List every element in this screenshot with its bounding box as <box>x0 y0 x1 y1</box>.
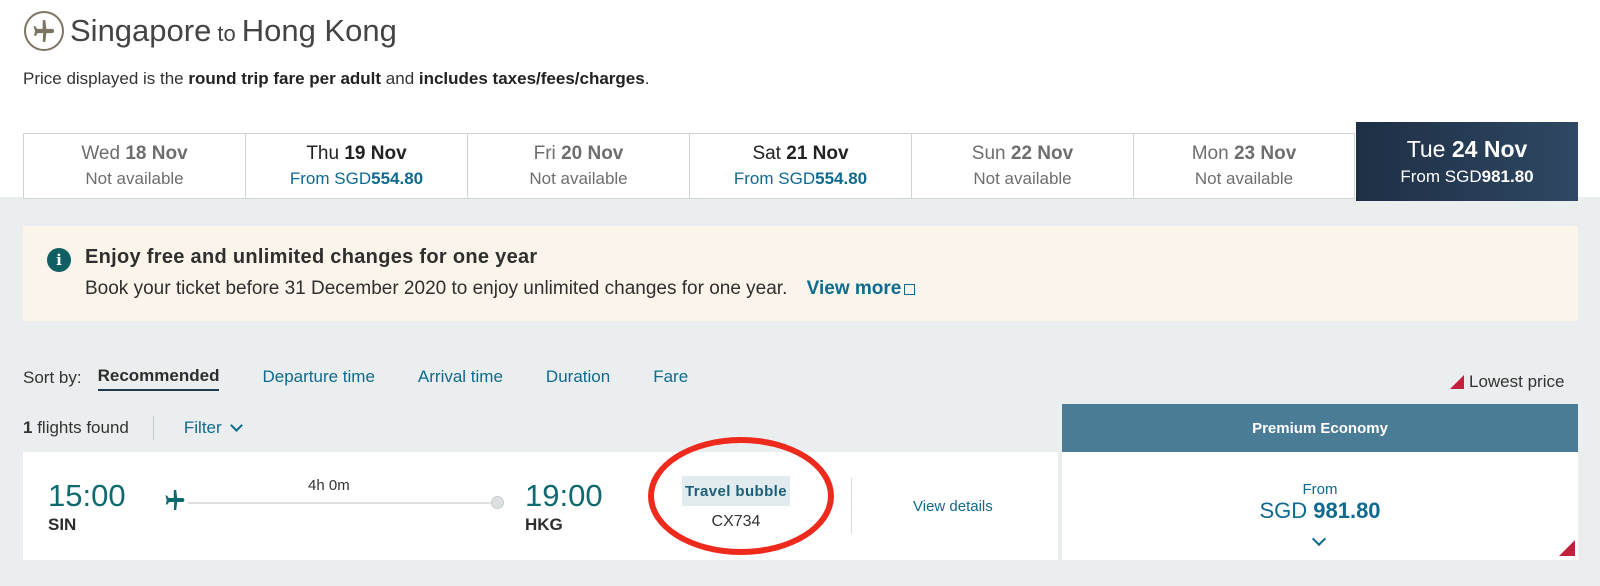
chevron-down-icon <box>229 418 243 432</box>
date-from-label: From SGD <box>733 169 816 188</box>
view-details-link[interactable]: View details <box>913 498 993 515</box>
date-day: 24 Nov <box>1451 136 1528 162</box>
date-weekday: Sun <box>971 143 1006 164</box>
banner-text-row: Book your ticket before 31 December 2020… <box>85 278 916 300</box>
banner-text: Book your ticket before 31 December 2020… <box>85 278 788 299</box>
lowest-price-marker-icon <box>1450 375 1464 389</box>
route-title: Singapore to Hong Kong <box>70 13 397 49</box>
destination-city: Hong Kong <box>241 13 397 48</box>
date-status: Not available <box>529 169 628 188</box>
date-day: 21 Nov <box>786 143 849 164</box>
view-more-label: View more <box>806 278 902 299</box>
price-from-label: From <box>1302 481 1338 498</box>
date-weekday: Tue <box>1406 136 1446 162</box>
date-day: 19 Nov <box>344 143 407 164</box>
date-tab-wed-18[interactable]: Wed 18 Nov Not available <box>23 133 245 199</box>
date-day: 23 Nov <box>1233 143 1297 164</box>
banner-title: Enjoy free and unlimited changes for one… <box>85 246 538 268</box>
sort-bar: Sort by: Recommended Departure time Arri… <box>23 366 731 391</box>
date-tab-sun-22[interactable]: Sun 22 Nov Not available <box>911 133 1133 199</box>
results-found-label: flights found <box>32 418 129 437</box>
route-end-dot <box>491 496 504 509</box>
date-from-label: From SGD <box>1400 167 1482 186</box>
date-day: 22 Nov <box>1010 143 1074 164</box>
date-selector: Wed 18 Nov Not available Thu 19 Nov From… <box>23 122 1578 201</box>
flight-card: 15:00 SIN 4h 0m 19:00 HKG Travel bubble … <box>23 437 1058 560</box>
fare-amount: 981.80 <box>1313 498 1381 523</box>
results-count-text: 1 flights found <box>23 418 129 438</box>
filter-label: Filter <box>183 418 222 437</box>
date-status: Not available <box>1194 169 1294 188</box>
results-summary: 1 flights found Filter <box>23 416 243 440</box>
date-price: 554.80 <box>371 169 424 188</box>
view-more-link[interactable]: View more <box>807 278 916 299</box>
price-note-bold-taxes: includes taxes/fees/charges <box>418 69 645 88</box>
date-weekday: Wed <box>81 143 121 164</box>
date-tab-sat-21[interactable]: Sat 21 Nov From SGD554.80 <box>689 133 911 199</box>
annotation-circle <box>648 437 834 555</box>
date-day: 18 Nov <box>125 143 188 164</box>
date-price: 981.80 <box>1481 167 1534 186</box>
promo-banner: i Enjoy free and unlimited changes for o… <box>23 226 1578 321</box>
filter-button[interactable]: Filter <box>183 418 243 438</box>
route-line <box>188 502 498 504</box>
sort-arrival-time[interactable]: Arrival time <box>418 367 503 390</box>
date-status: Not available <box>973 169 1072 188</box>
date-weekday: Thu <box>306 143 340 164</box>
premium-economy-fare-cell[interactable]: From SGD 981.80 <box>1062 452 1578 560</box>
date-tab-thu-19[interactable]: Thu 19 Nov From SGD554.80 <box>245 133 467 199</box>
price-note: Price displayed is the round trip fare p… <box>23 69 649 89</box>
date-weekday: Sat <box>752 143 781 164</box>
external-link-icon <box>904 284 916 295</box>
lowest-price-legend: Lowest price <box>1450 372 1564 392</box>
date-weekday: Fri <box>533 143 556 164</box>
date-price: 554.80 <box>815 169 868 188</box>
info-icon: i <box>47 248 71 272</box>
date-weekday: Mon <box>1191 143 1229 164</box>
divider <box>851 478 852 534</box>
date-tab-tue-24-selected[interactable]: Tue 24 Nov From SGD981.80 <box>1356 122 1578 201</box>
divider <box>152 416 154 440</box>
price-note-suffix: . <box>644 69 650 88</box>
plane-icon <box>24 11 64 51</box>
arrival-time: 19:00 <box>525 478 603 513</box>
flight-duration: 4h 0m <box>308 477 350 494</box>
sort-duration[interactable]: Duration <box>546 367 610 390</box>
date-from-label: From SGD <box>289 169 372 188</box>
cabin-header-premium-economy: Premium Economy <box>1062 404 1578 452</box>
arrival-airport: HKG <box>525 515 563 534</box>
sort-label: Sort by: <box>23 368 82 387</box>
date-status: Not available <box>85 169 184 188</box>
page-header: Singapore to Hong Kong <box>24 10 397 52</box>
price-note-middle: and <box>381 69 419 88</box>
departure-airport: SIN <box>48 515 77 534</box>
date-tab-fri-20[interactable]: Fri 20 Nov Not available <box>467 133 689 199</box>
date-day: 20 Nov <box>561 143 624 164</box>
sort-departure-time[interactable]: Departure time <box>262 367 374 390</box>
sort-fare[interactable]: Fare <box>653 367 688 390</box>
origin-city: Singapore <box>70 13 212 48</box>
departure-time: 15:00 <box>48 478 126 513</box>
price-note-bold-fare: round trip fare per adult <box>188 69 382 88</box>
plane-icon <box>163 488 187 517</box>
route-to-word: to <box>217 21 236 46</box>
price-note-prefix: Price displayed is the <box>23 69 189 88</box>
lowest-price-marker-icon <box>1559 540 1575 556</box>
date-tab-mon-23[interactable]: Mon 23 Nov Not available <box>1133 133 1355 199</box>
fare-currency: SGD <box>1259 498 1308 523</box>
fare-price: SGD 981.80 <box>1062 498 1578 524</box>
chevron-down-icon[interactable] <box>1311 531 1327 547</box>
lowest-price-label: Lowest price <box>1469 372 1565 391</box>
sort-recommended[interactable]: Recommended <box>97 366 220 391</box>
